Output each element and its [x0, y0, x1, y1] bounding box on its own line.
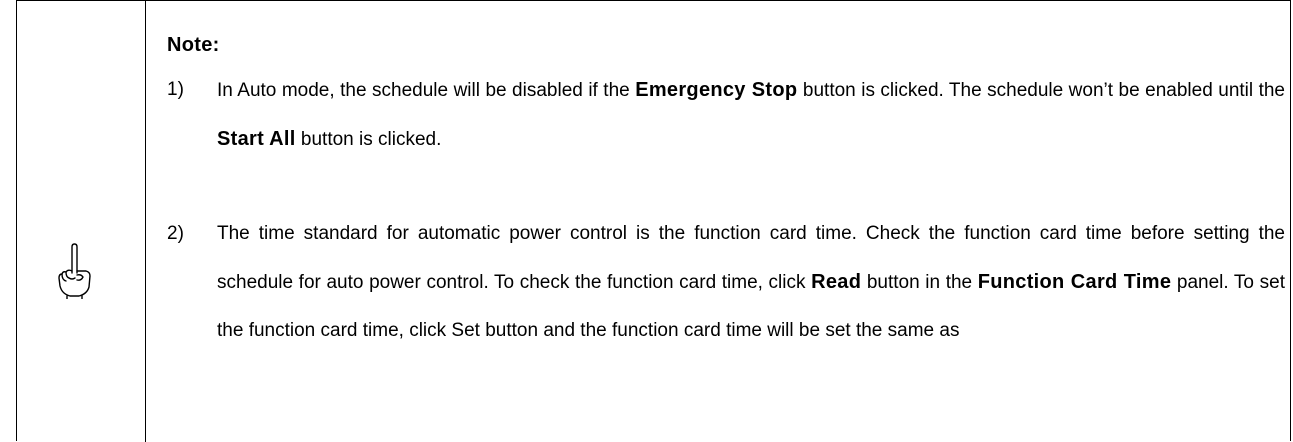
keyword-function-card-time: Function Card Time	[977, 271, 1172, 293]
note-item-number: 1)	[167, 79, 184, 100]
note-heading: Note:	[167, 34, 220, 56]
text-run: In Auto mode, the schedule will be disab…	[217, 80, 636, 101]
note-item-text: The time standard for automatic power co…	[217, 210, 1285, 355]
text-run: button in the	[861, 272, 978, 293]
text-run: button is clicked. The schedule won’t be…	[797, 80, 1285, 101]
keyword-emergency-stop: Emergency Stop	[635, 79, 798, 101]
note-content: Note: 1) In Auto mode, the schedule will…	[167, 1, 1287, 442]
note-box: Note: 1) In Auto mode, the schedule will…	[16, 0, 1291, 442]
note-icon-column	[17, 1, 146, 442]
keyword-read: Read	[811, 271, 862, 293]
note-item-text: In Auto mode, the schedule will be disab…	[217, 66, 1285, 164]
keyword-start-all: Start All	[217, 128, 296, 150]
note-item-number: 2)	[167, 223, 184, 244]
text-run: button is clicked.	[295, 129, 442, 150]
pointing-hand-icon	[58, 243, 91, 299]
